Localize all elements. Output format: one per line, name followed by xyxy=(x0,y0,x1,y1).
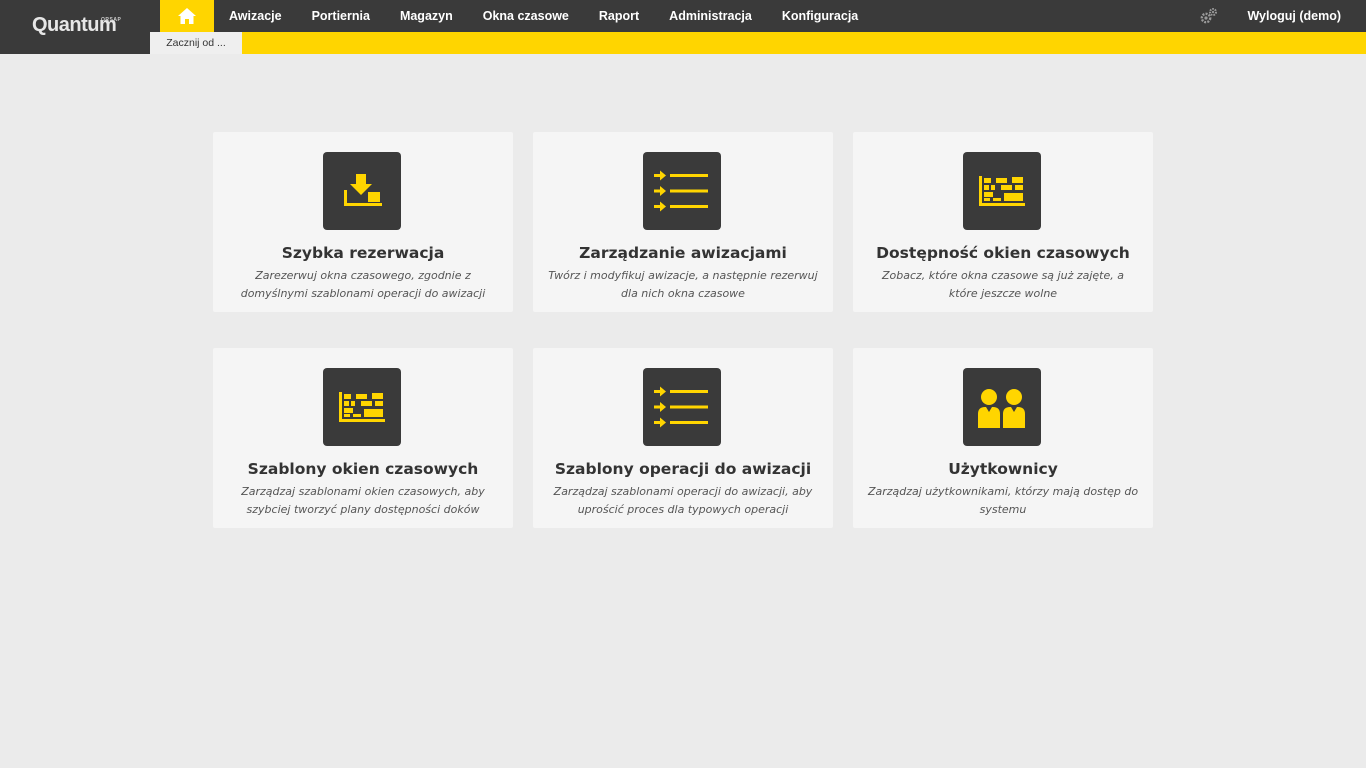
arrow-list-icon xyxy=(643,368,721,446)
card-title: Zarządzanie awizacjami xyxy=(579,244,787,262)
card-timeslot-availability[interactable]: Dostępność okien czasowych Zobacz, które… xyxy=(853,132,1153,312)
brand-logo-sup: ORSAP xyxy=(101,17,122,23)
nav-item-portiernia[interactable]: Portiernia xyxy=(297,0,385,32)
download-tray-icon xyxy=(323,152,401,230)
calendar-grid-icon xyxy=(323,368,401,446)
card-description: Zarezerwuj okna czasowego, zgodnie z dom… xyxy=(240,269,486,300)
main-menu: Awizacje Portiernia Magazyn Okna czasowe… xyxy=(214,0,873,32)
nav-item-magazyn[interactable]: Magazyn xyxy=(385,0,468,32)
card-advice-management[interactable]: Zarządzanie awizacjami Twórz i modyfikuj… xyxy=(533,132,833,312)
nav-item-raport[interactable]: Raport xyxy=(584,0,654,32)
home-icon xyxy=(178,8,196,24)
card-title: Szablony okien czasowych xyxy=(247,460,479,478)
card-quick-reservation[interactable]: Szybka rezerwacja Zarezerwuj okna czasow… xyxy=(213,132,513,312)
breadcrumb-bar xyxy=(150,32,1366,54)
card-title: Szybka rezerwacja xyxy=(281,244,445,262)
home-button[interactable] xyxy=(160,0,214,32)
card-description: Zarządzaj użytkownikami, którzy mają dos… xyxy=(867,485,1139,516)
card-title: Użytkownicy xyxy=(948,460,1058,478)
arrow-list-icon xyxy=(643,152,721,230)
logout-link[interactable]: Wyloguj (demo) xyxy=(1247,0,1341,32)
nav-item-okna-czasowe[interactable]: Okna czasowe xyxy=(468,0,584,32)
nav-item-administracja[interactable]: Administracja xyxy=(654,0,767,32)
card-description: Zobacz, które okna czasowe są już zajęte… xyxy=(881,269,1125,300)
card-description: Zarządzaj szablonami operacji do awizacj… xyxy=(553,485,813,516)
nav-item-awizacje[interactable]: Awizacje xyxy=(214,0,297,32)
breadcrumb-tab[interactable]: Zacznij od ... xyxy=(150,32,242,54)
logo-area: Quantum ORSAP xyxy=(0,0,150,54)
users-icon xyxy=(963,368,1041,446)
card-title: Dostępność okien czasowych xyxy=(876,244,1130,262)
nav-item-konfiguracja[interactable]: Konfiguracja xyxy=(767,0,873,32)
card-title: Szablony operacji do awizacji xyxy=(554,460,812,478)
card-operation-templates[interactable]: Szablony operacji do awizacji Zarządzaj … xyxy=(533,348,833,528)
card-users[interactable]: Użytkownicy Zarządzaj użytkownikami, któ… xyxy=(853,348,1153,528)
card-timeslot-templates[interactable]: Szablony okien czasowych Zarządzaj szabl… xyxy=(213,348,513,528)
card-description: Twórz i modyfikuj awizacje, a następnie … xyxy=(548,269,818,300)
card-description: Zarządzaj szablonami okien czasowych, ab… xyxy=(241,485,485,516)
calendar-grid-icon xyxy=(963,152,1041,230)
gears-icon[interactable] xyxy=(1199,7,1219,25)
